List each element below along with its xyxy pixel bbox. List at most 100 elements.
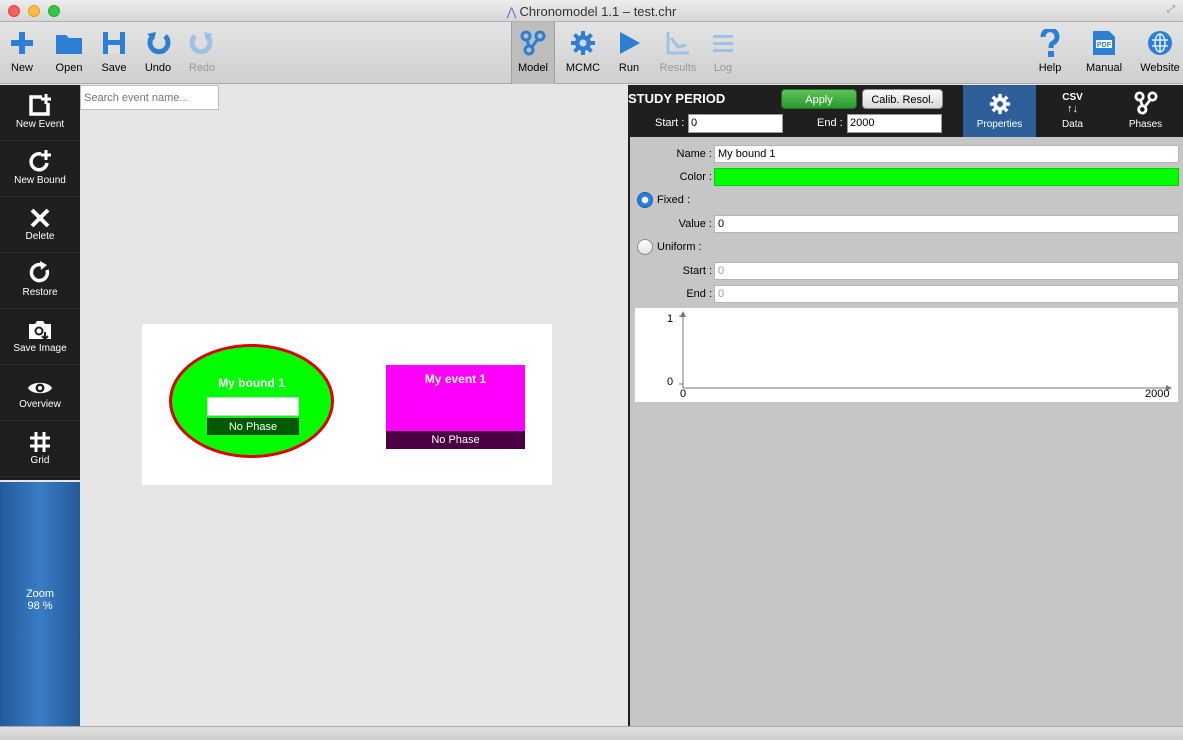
restore-button[interactable]: Restore — [0, 253, 80, 309]
model-tab-button[interactable]: Model — [511, 22, 555, 84]
value-label: Value : — [678, 218, 712, 230]
study-end-input[interactable]: 2000 — [847, 114, 942, 133]
properties-panel: Name : My bound 1 Color : Fixed : Value … — [628, 137, 1183, 726]
study-period-panel: STUDY PERIOD Apply Calib. Resol. Start :… — [628, 85, 963, 137]
plot-y-bottom-label: 0 — [667, 376, 674, 388]
new-bound-icon — [29, 150, 51, 172]
website-button[interactable]: Website — [1138, 26, 1182, 82]
results-chart-icon — [666, 32, 689, 55]
value-field[interactable]: 0 — [714, 215, 1179, 233]
event-node[interactable]: My event 1 No Phase — [386, 365, 525, 449]
calib-resol-button[interactable]: Calib. Resol. — [862, 89, 943, 109]
event-phase-label: No Phase — [386, 431, 525, 449]
bound-value-box — [207, 397, 299, 416]
uniform-start-field[interactable]: 0 — [714, 262, 1179, 280]
save-image-button[interactable]: Save Image — [0, 309, 80, 365]
bound-node[interactable]: My bound 1 No Phase — [169, 344, 334, 458]
new-label: New — [10, 62, 33, 74]
study-start-input[interactable]: 0 — [688, 114, 783, 133]
new-button[interactable]: New — [0, 26, 44, 82]
new-event-label: New Event — [15, 119, 65, 130]
zoom-readout: Zoom 98 % — [0, 588, 80, 612]
folder-icon — [56, 35, 82, 54]
overview-label: Overview — [19, 399, 61, 410]
results-button[interactable]: Results — [656, 26, 700, 82]
name-label: Name : — [676, 148, 712, 160]
model-icon — [520, 30, 546, 56]
undo-button[interactable]: Undo — [136, 26, 180, 82]
gear-icon — [989, 93, 1010, 115]
redo-label: Redo — [188, 62, 216, 74]
name-field[interactable]: My bound 1 — [714, 145, 1179, 163]
model-label: Model — [518, 62, 548, 74]
open-button[interactable]: Open — [47, 26, 91, 82]
app-icon: ⋀ — [506, 5, 517, 19]
tab-properties[interactable]: Properties — [963, 85, 1036, 137]
uniform-end-label: End : — [686, 288, 712, 300]
uniform-start-label: Start : — [682, 265, 712, 277]
model-canvas[interactable]: My bound 1 No Phase My event 1 No Phase — [80, 85, 628, 726]
mcmc-label: MCMC — [565, 62, 601, 74]
panel-tabs: Properties CSV ↑↓ Data Phases — [963, 85, 1183, 137]
delete-x-icon — [30, 208, 50, 228]
log-button[interactable]: Log — [701, 26, 745, 82]
plus-icon — [11, 32, 33, 54]
open-label: Open — [55, 62, 83, 74]
camera-icon — [29, 321, 51, 341]
uniform-end-field[interactable]: 0 — [714, 285, 1179, 303]
pdf-icon: PDF — [1093, 31, 1115, 55]
restore-label: Restore — [22, 287, 58, 298]
svg-text:PDF: PDF — [1097, 42, 1112, 49]
bound-plot: 1 0 0 2000 — [635, 308, 1178, 402]
help-button[interactable]: Help — [1028, 26, 1072, 82]
new-event-button[interactable]: New Event — [0, 85, 80, 141]
overview-button[interactable]: Overview — [0, 365, 80, 421]
eye-icon — [28, 382, 52, 394]
save-button[interactable]: Save — [92, 26, 136, 82]
study-start-label: Start : — [655, 117, 685, 129]
fixed-radio[interactable] — [637, 192, 653, 208]
new-event-icon — [29, 94, 51, 116]
scene-area[interactable]: My bound 1 No Phase My event 1 No Phase — [142, 324, 552, 485]
color-swatch[interactable] — [714, 168, 1179, 186]
tab-phases[interactable]: Phases — [1109, 85, 1182, 137]
manual-button[interactable]: PDF Manual — [1082, 26, 1126, 82]
window-title: ⋀ Chronomodel 1.1 – test.chr — [0, 4, 1183, 19]
delete-button[interactable]: Delete — [0, 197, 80, 253]
apply-button[interactable]: Apply — [781, 89, 857, 109]
plot-x-right-label: 2000 — [1145, 388, 1170, 400]
zoom-value: 98 % — [27, 600, 53, 612]
plot-y-top-label: 1 — [667, 313, 674, 325]
website-label: Website — [1140, 62, 1180, 74]
color-label: Color : — [679, 171, 712, 183]
redo-button[interactable]: Redo — [180, 26, 224, 82]
globe-icon — [1148, 31, 1172, 55]
log-label: Log — [713, 62, 733, 74]
phases-icon — [1133, 91, 1158, 115]
grid-icon — [30, 432, 50, 452]
run-button[interactable]: Run — [607, 26, 651, 82]
gear-icon — [571, 31, 595, 55]
grid-button[interactable]: Grid — [0, 421, 80, 477]
results-label: Results — [659, 62, 697, 74]
bound-name: My bound 1 — [218, 376, 285, 390]
play-icon — [620, 32, 640, 54]
tab-data[interactable]: CSV ↑↓ Data — [1036, 85, 1109, 137]
grid-label: Grid — [30, 455, 50, 466]
search-input[interactable] — [80, 85, 219, 110]
title-bar: ⋀ Chronomodel 1.1 – test.chr ⤢ — [0, 0, 1183, 22]
restore-icon — [29, 261, 50, 283]
window-title-text: Chronomodel 1.1 – test.chr — [519, 4, 677, 19]
mcmc-button[interactable]: MCMC — [561, 26, 605, 82]
new-bound-label: New Bound — [14, 175, 66, 186]
zoom-slider[interactable]: Zoom 98 % — [0, 482, 80, 726]
plot-axes — [679, 311, 1172, 391]
new-bound-button[interactable]: New Bound — [0, 141, 80, 197]
event-name: My event 1 — [424, 372, 487, 386]
tab-phases-label: Phases — [1128, 119, 1163, 130]
undo-label: Undo — [144, 62, 172, 74]
undo-icon — [147, 32, 171, 55]
fullscreen-icon[interactable]: ⤢ — [1167, 4, 1175, 15]
uniform-radio[interactable] — [637, 239, 653, 255]
study-end-label: End : — [817, 117, 843, 129]
